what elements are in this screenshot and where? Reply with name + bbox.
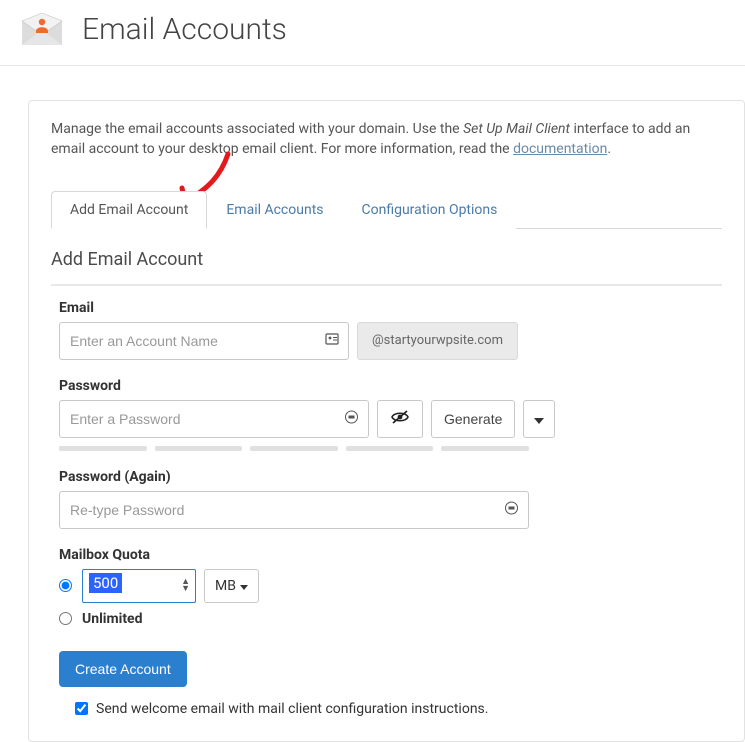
password-field-block: Password Generate bbox=[59, 378, 714, 451]
welcome-email-label: Send welcome email with mail client conf… bbox=[96, 701, 488, 717]
generate-options-button[interactable] bbox=[523, 400, 555, 438]
envelope-icon bbox=[20, 13, 64, 47]
email-input[interactable] bbox=[59, 322, 349, 360]
eye-off-icon bbox=[390, 409, 410, 428]
tab-email-accounts[interactable]: Email Accounts bbox=[207, 191, 342, 229]
strength-seg bbox=[155, 446, 243, 451]
password-visibility-button[interactable] bbox=[377, 400, 423, 438]
form-area: Email @startyourwpsite.com Password bbox=[51, 284, 722, 717]
tabs: Add Email Account Email Accounts Configu… bbox=[51, 190, 722, 229]
main-panel: Manage the email accounts associated wit… bbox=[28, 100, 745, 742]
strength-seg bbox=[250, 446, 338, 451]
intro-italic: Set Up Mail Client bbox=[463, 121, 570, 137]
password-label: Password bbox=[59, 378, 714, 394]
tab-add-email[interactable]: Add Email Account bbox=[51, 191, 207, 229]
generate-password-button[interactable]: Generate bbox=[431, 400, 515, 438]
password-again-label: Password (Again) bbox=[59, 469, 714, 485]
quota-label: Mailbox Quota bbox=[59, 547, 714, 563]
section-title: Add Email Account bbox=[51, 249, 722, 270]
page-title: Email Accounts bbox=[82, 12, 287, 47]
password-input[interactable] bbox=[59, 400, 369, 438]
tab-config-options[interactable]: Configuration Options bbox=[343, 191, 517, 229]
email-domain-addon: @startyourwpsite.com bbox=[357, 322, 518, 360]
quota-field-block: Mailbox Quota 500 ▲▼ MB Unl bbox=[59, 547, 714, 627]
caret-down-icon bbox=[240, 578, 248, 594]
email-field-block: Email @startyourwpsite.com bbox=[59, 300, 714, 360]
quota-radio-unlimited[interactable] bbox=[59, 612, 72, 625]
password-again-field-block: Password (Again) bbox=[59, 469, 714, 529]
welcome-email-row: Send welcome email with mail client conf… bbox=[59, 701, 714, 717]
quota-input[interactable]: 500 bbox=[82, 569, 196, 603]
password-again-input[interactable] bbox=[59, 491, 529, 529]
quota-unit-label: MB bbox=[215, 578, 236, 594]
quota-value: 500 bbox=[89, 573, 122, 593]
create-account-button[interactable]: Create Account bbox=[59, 651, 187, 687]
intro-post: . bbox=[607, 141, 611, 157]
documentation-link[interactable]: documentation bbox=[513, 141, 607, 157]
strength-seg bbox=[441, 446, 529, 451]
quota-radio-value[interactable] bbox=[59, 579, 72, 592]
quota-unit-dropdown[interactable]: MB bbox=[204, 569, 259, 603]
caret-down-icon bbox=[534, 411, 544, 427]
spinner-icon: ▲▼ bbox=[181, 579, 190, 593]
strength-seg bbox=[346, 446, 434, 451]
quota-unlimited-label: Unlimited bbox=[82, 611, 143, 627]
email-label: Email bbox=[59, 300, 714, 316]
strength-seg bbox=[59, 446, 147, 451]
password-strength-meter bbox=[59, 446, 529, 451]
intro-text: Manage the email accounts associated wit… bbox=[51, 119, 722, 160]
intro-pre: Manage the email accounts associated wit… bbox=[51, 121, 463, 137]
welcome-email-checkbox[interactable] bbox=[75, 702, 88, 715]
page-header: Email Accounts bbox=[0, 2, 745, 66]
